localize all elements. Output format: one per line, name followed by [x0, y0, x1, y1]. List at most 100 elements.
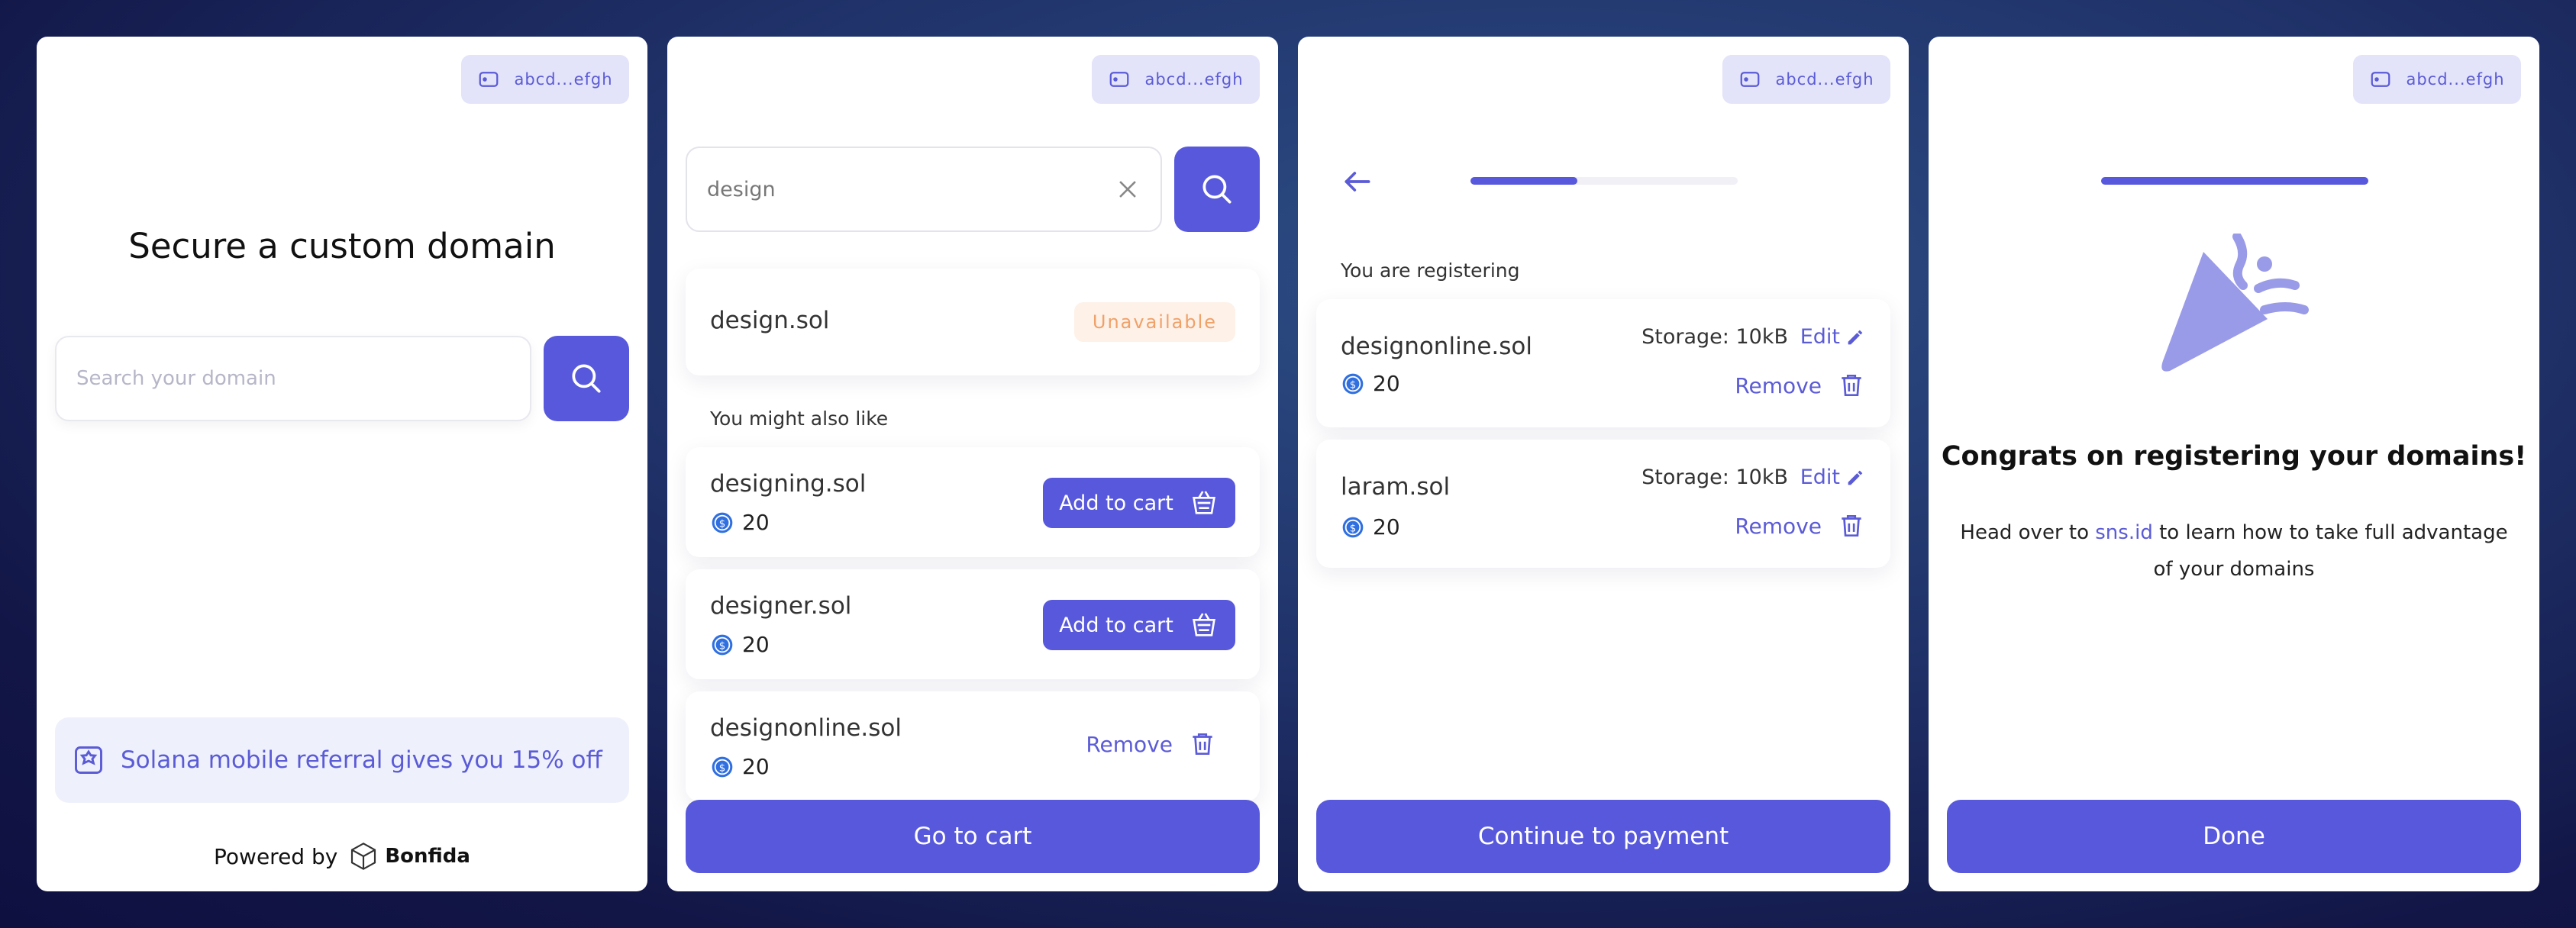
svg-text:$: $: [719, 762, 725, 774]
trash-icon: [1842, 374, 1861, 397]
remove-label: Remove: [1735, 513, 1822, 539]
search-query: design: [707, 177, 776, 201]
search-icon: [1202, 175, 1232, 204]
cart-item: designonline.sol $ 20 Storage: 10kB Edit…: [1316, 299, 1890, 427]
svg-text:$: $: [1350, 379, 1356, 391]
storage-label: Storage: 10kB: [1641, 325, 1788, 349]
progress-bar: [2101, 177, 2368, 185]
clear-icon[interactable]: [1115, 176, 1141, 202]
congrats-title: Congrats on registering your domains!: [1941, 441, 2527, 472]
remove-label: Remove: [1735, 372, 1822, 398]
svg-text:$: $: [1350, 523, 1356, 534]
remove-button[interactable]: Remove: [1735, 511, 1866, 540]
search-input[interactable]: Search your domain: [55, 336, 531, 421]
domain-name: designer.sol: [710, 592, 852, 620]
edit-label: Edit: [1800, 466, 1840, 489]
back-arrow-icon[interactable]: [1341, 165, 1374, 198]
badge-icon: [75, 746, 102, 774]
basket-icon: [1192, 491, 1215, 514]
progress-fill: [1470, 177, 1577, 185]
remove-label: Remove: [1086, 731, 1173, 757]
domain-name: designonline.sol: [1341, 333, 1532, 360]
registering-heading: You are registering: [1341, 259, 1520, 282]
wallet-button[interactable]: abcd...efgh: [2353, 55, 2521, 104]
cube-icon: [351, 843, 376, 870]
help-text-after: to learn how to take full advantage of y…: [2152, 521, 2508, 581]
party-popper-icon: [2161, 234, 2309, 372]
powered-by-label: Powered by: [214, 843, 338, 869]
edit-button[interactable]: Edit: [1800, 466, 1866, 489]
domain-name: designonline.sol: [710, 714, 902, 742]
remove-button[interactable]: Remove: [1735, 371, 1866, 400]
domain-name: design.sol: [710, 307, 830, 334]
coin-icon: $: [712, 756, 733, 777]
continue-to-payment-button[interactable]: Continue to payment: [1316, 800, 1890, 873]
screen-cart: abcd...efgh You are registering designon…: [1298, 37, 1909, 891]
list-item: designer.sol $ 20 Add to cart: [686, 569, 1260, 679]
svg-text:$: $: [719, 640, 725, 652]
pencil-icon: [1848, 470, 1863, 485]
status-badge: Unavailable: [1073, 302, 1235, 342]
trash-icon: [1842, 514, 1861, 537]
price: $ 20: [710, 510, 770, 535]
screen-success: abcd...efgh Congrats on registering your…: [1929, 37, 2539, 891]
suggestions-title: You might also like: [710, 408, 889, 430]
screen-search: abcd...efgh Secure a custom domain Searc…: [37, 37, 647, 891]
price: $ 20: [1341, 514, 1400, 540]
wallet-icon: [1110, 72, 1129, 87]
wallet-icon: [2371, 72, 2390, 87]
result-card: design.sol Unavailable: [686, 269, 1260, 375]
coin-icon: $: [712, 634, 733, 655]
wallet-icon: [479, 72, 499, 87]
wallet-button[interactable]: abcd...efgh: [461, 55, 629, 104]
wallet-address: abcd...efgh: [2406, 70, 2505, 89]
price: $ 20: [1341, 371, 1400, 396]
basket-icon: [1192, 613, 1215, 636]
coin-icon: $: [1342, 373, 1364, 394]
remove-button[interactable]: Remove: [1086, 730, 1217, 759]
add-to-cart-button[interactable]: Add to cart: [1043, 478, 1235, 528]
search-button[interactable]: [1174, 147, 1260, 232]
screen-results: abcd...efgh design design.sol Unavailabl…: [667, 37, 1278, 891]
price-value: 20: [742, 754, 770, 779]
help-text-before: Head over to: [1960, 521, 2096, 544]
powered-by: Powered by Bonfida: [37, 841, 647, 872]
referral-banner[interactable]: Solana mobile referral gives you 15% off: [55, 717, 629, 803]
search-input[interactable]: design: [686, 147, 1162, 232]
wallet-button[interactable]: abcd...efgh: [1092, 55, 1260, 104]
bonfida-logo: Bonfida: [348, 841, 470, 872]
search-icon: [572, 364, 601, 393]
search-button[interactable]: [544, 336, 629, 421]
edit-label: Edit: [1800, 325, 1840, 349]
referral-text: Solana mobile referral gives you 15% off: [121, 746, 602, 774]
list-item: designonline.sol $ 20 Remove: [686, 691, 1260, 801]
pencil-icon: [1848, 330, 1863, 344]
progress-fill: [2101, 177, 2368, 185]
page-title: Secure a custom domain: [128, 226, 556, 266]
add-to-cart-button[interactable]: Add to cart: [1043, 600, 1235, 650]
edit-button[interactable]: Edit: [1800, 325, 1866, 349]
trash-icon: [1193, 733, 1212, 756]
search-placeholder: Search your domain: [76, 367, 276, 390]
price: $ 20: [710, 632, 770, 657]
price-value: 20: [742, 632, 770, 657]
sns-link[interactable]: sns.id: [2095, 521, 2153, 544]
svg-text:$: $: [719, 518, 725, 530]
add-to-cart-label: Add to cart: [1059, 613, 1173, 637]
domain-name: laram.sol: [1341, 473, 1451, 501]
wallet-button[interactable]: abcd...efgh: [1722, 55, 1890, 104]
go-to-cart-button[interactable]: Go to cart: [686, 800, 1260, 873]
price-value: 20: [1373, 371, 1400, 396]
price: $ 20: [710, 754, 770, 779]
wallet-address: abcd...efgh: [1144, 70, 1244, 89]
price-value: 20: [742, 510, 770, 535]
done-button[interactable]: Done: [1947, 800, 2521, 873]
list-item: designing.sol $ 20 Add to cart: [686, 447, 1260, 557]
coin-icon: $: [1342, 517, 1364, 537]
cart-item: laram.sol $ 20 Storage: 10kB Edit Remove: [1316, 440, 1890, 568]
help-text: Head over to sns.id to learn how to take…: [1951, 514, 2516, 588]
domain-name: designing.sol: [710, 470, 867, 498]
wallet-icon: [1741, 72, 1760, 87]
add-to-cart-label: Add to cart: [1059, 491, 1173, 515]
progress-bar: [1470, 177, 1738, 185]
